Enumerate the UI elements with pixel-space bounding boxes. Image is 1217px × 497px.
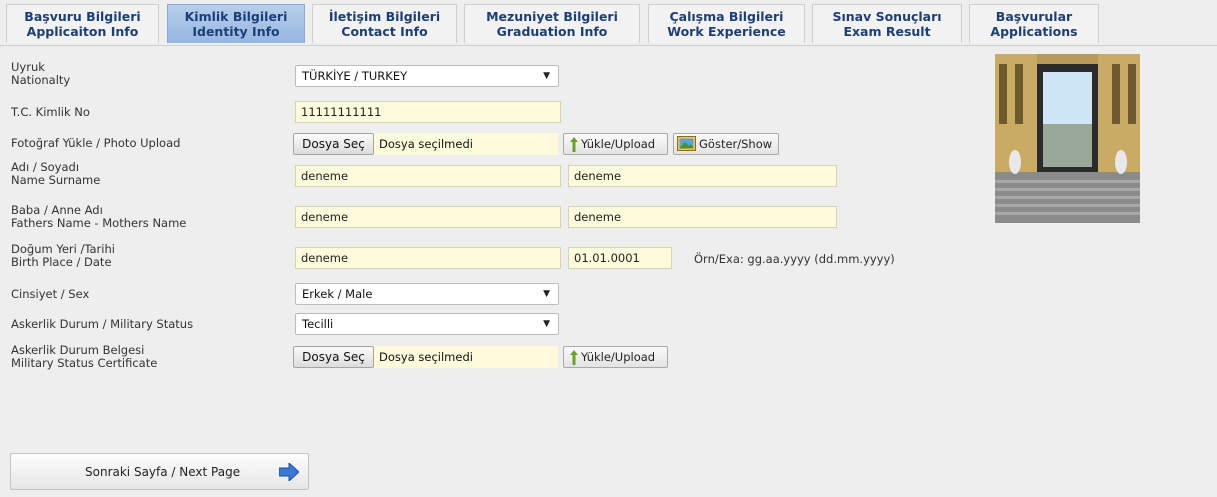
tab-label-tr: Sınav Sonuçları [832, 9, 942, 24]
sex-label: Cinsiyet / Sex [11, 287, 90, 301]
tab-exam-result[interactable]: Sınav Sonuçları Exam Result [812, 4, 962, 43]
arrow-right-icon [279, 463, 299, 481]
military-choose-file-button[interactable]: Dosya Seç [293, 346, 374, 368]
tab-applications[interactable]: Başvurular Applications [969, 4, 1099, 43]
birth-label: Doğum Yeri /Tarihi Birth Place / Date [11, 242, 115, 269]
last-name-input[interactable]: deneme [568, 165, 837, 187]
birth-date-input[interactable]: 01.01.0001 [568, 247, 672, 269]
tab-work-experience[interactable]: Çalışma Bilgileri Work Experience [648, 4, 805, 43]
chevron-down-icon: ▼ [543, 319, 550, 329]
image-icon [677, 136, 696, 151]
upload-arrow-icon [570, 350, 578, 365]
photo-upload-label: Fotoğraf Yükle / Photo Upload [11, 136, 181, 150]
tab-label-en: Applications [990, 24, 1078, 39]
chevron-down-icon: ▼ [543, 289, 550, 299]
tab-divider [0, 45, 1217, 46]
tc-no-input[interactable]: 11111111111 [295, 101, 561, 123]
next-page-label: Sonraki Sayfa / Next Page [85, 465, 241, 479]
tab-label-en: Work Experience [667, 24, 786, 39]
parents-label: Baba / Anne Adı Fathers Name - Mothers N… [11, 203, 187, 230]
tab-label-tr: Başvurular [995, 9, 1073, 24]
military-upload-button[interactable]: Yükle/Upload [563, 346, 668, 368]
photo-file-status: Dosya seçilmedi [379, 137, 473, 151]
birth-date-hint: Örn/Exa: gg.aa.yyyy (dd.mm.yyyy) [694, 252, 895, 266]
sex-select[interactable]: Erkek / Male ▼ [295, 283, 559, 305]
tab-graduation-info[interactable]: Mezuniyet Bilgileri Graduation Info [464, 4, 640, 43]
mother-name-input[interactable]: deneme [568, 206, 837, 228]
photo-choose-file-button[interactable]: Dosya Seç [293, 133, 374, 155]
military-certificate-label: Askerlik Durum Belgesi Military Status C… [11, 343, 158, 370]
tab-label-en: Identity Info [192, 24, 280, 39]
military-file-status: Dosya seçilmedi [379, 350, 473, 364]
tab-label-en: Applicaiton Info [26, 24, 139, 39]
tab-label-en: Contact Info [341, 24, 428, 39]
nationality-label: Uyruk Nationalty [11, 60, 71, 87]
military-status-label: Askerlik Durum / Military Status [11, 317, 194, 331]
upload-arrow-icon [570, 137, 578, 152]
military-status-select[interactable]: Tecilli ▼ [295, 313, 559, 335]
name-label: Adı / Soyadı Name Surname [11, 160, 101, 187]
photo-preview [995, 54, 1140, 223]
chevron-down-icon: ▼ [543, 71, 550, 81]
tab-identity-info[interactable]: Kimlik Bilgileri Identity Info [167, 4, 305, 43]
tab-label-tr: Başvuru Bilgileri [24, 9, 141, 24]
tab-label-tr: Mezuniyet Bilgileri [486, 9, 618, 24]
tab-contact-info[interactable]: İletişim Bilgileri Contact Info [312, 4, 457, 43]
next-page-button[interactable]: Sonraki Sayfa / Next Page [10, 453, 309, 490]
tab-application-info[interactable]: Başvuru Bilgileri Applicaiton Info [6, 4, 159, 43]
first-name-input[interactable]: deneme [295, 165, 561, 187]
tab-label-tr: İletişim Bilgileri [328, 9, 441, 24]
father-name-input[interactable]: deneme [295, 206, 561, 228]
tab-label-en: Graduation Info [496, 24, 608, 39]
photo-upload-button[interactable]: Yükle/Upload [563, 133, 668, 155]
photo-show-button[interactable]: Göster/Show [673, 133, 779, 155]
birth-place-input[interactable]: deneme [295, 247, 561, 269]
tab-label-tr: Kimlik Bilgileri [184, 9, 288, 24]
photo-file-input[interactable]: Dosya Seç Dosya seçilmedi [293, 133, 558, 155]
nationality-select[interactable]: TÜRKİYE / TURKEY ▼ [295, 65, 559, 87]
tab-label-en: Exam Result [843, 24, 931, 39]
tc-no-label: T.C. Kimlik No [11, 105, 90, 119]
tab-label-tr: Çalışma Bilgileri [669, 9, 784, 24]
military-certificate-file-input[interactable]: Dosya Seç Dosya seçilmedi [293, 346, 558, 368]
